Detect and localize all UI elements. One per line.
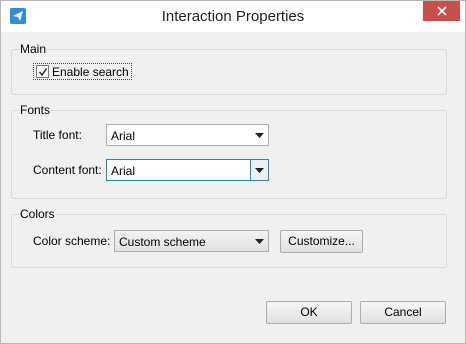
enable-search-checkbox-row[interactable]: Enable search — [33, 63, 132, 80]
enable-search-label: Enable search — [52, 64, 129, 79]
main-group-label: Main — [19, 42, 48, 56]
content-font-dropdown-button[interactable] — [250, 160, 268, 180]
title-font-select[interactable]: Arial — [106, 124, 269, 146]
cancel-button[interactable]: Cancel — [360, 301, 446, 324]
fonts-group-label: Fonts — [19, 103, 52, 117]
chevron-down-icon — [255, 239, 264, 244]
title-font-value: Arial — [111, 129, 136, 143]
close-button[interactable] — [423, 1, 460, 21]
color-scheme-select[interactable]: Custom scheme — [114, 230, 269, 252]
content-font-value: Arial — [111, 164, 136, 178]
close-icon — [436, 6, 447, 16]
chevron-down-icon — [255, 168, 264, 173]
window-title: Interaction Properties — [161, 8, 305, 25]
chevron-down-icon — [255, 133, 264, 138]
colors-group-label: Colors — [19, 207, 56, 221]
content-font-select[interactable]: Arial — [106, 159, 269, 181]
customize-button[interactable]: Customize... — [280, 230, 363, 253]
title-bar[interactable]: Interaction Properties — [1, 1, 465, 32]
check-icon — [38, 67, 47, 76]
color-scheme-value: Custom scheme — [119, 235, 206, 249]
enable-search-checkbox[interactable] — [36, 65, 49, 78]
content-font-label: Content font: — [33, 163, 102, 177]
color-scheme-label: Color scheme: — [33, 234, 111, 248]
ok-button[interactable]: OK — [266, 301, 352, 324]
title-font-label: Title font: — [33, 128, 82, 142]
